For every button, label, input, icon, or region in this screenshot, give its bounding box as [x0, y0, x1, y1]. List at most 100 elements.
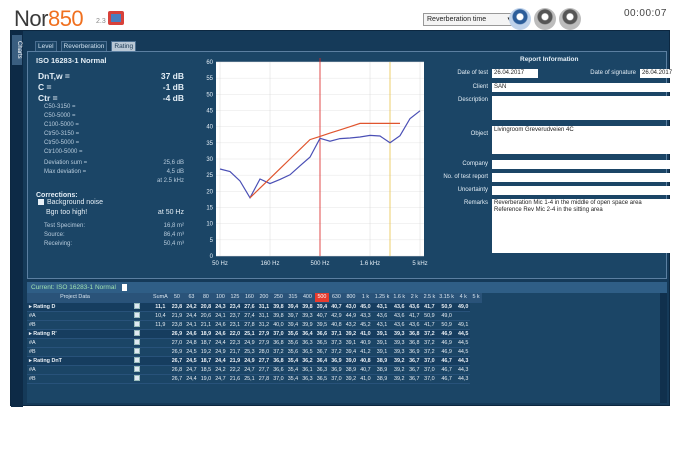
y-tick-label: 15	[206, 206, 213, 212]
checkbox-icon[interactable]	[134, 366, 140, 373]
table-row[interactable]: #B 26,7 24,4 19,0 24,7 21,6 25,1 27,8 37,0 35,4 36…	[27, 374, 482, 384]
table-cell: 39,8	[300, 302, 315, 312]
column-header[interactable]: 1 k	[358, 293, 373, 303]
table-row[interactable]: #A 27,0 24,8 18,7 24,4 22,3 24,9 27,9 36,8 35,6 36…	[27, 338, 482, 348]
table-cell: 49,1	[455, 320, 471, 330]
checkbox-icon[interactable]	[134, 321, 140, 328]
table-cell: 40,8	[358, 356, 373, 366]
table-row[interactable]: ▸ Rating DnT 26,7 24,5 18,7 24,4 21,9 24,9 27,7…	[27, 356, 482, 366]
table-cell: 37,2	[271, 347, 286, 357]
checkbox-icon[interactable]	[134, 375, 140, 382]
table-row[interactable]: #B 26,9 24,5 19,2 24,9 21,7 25,3 28,0 37,2 35,6 36…	[27, 347, 482, 357]
table-cell: 24,2	[213, 365, 228, 375]
row-checkbox-cell	[123, 311, 151, 321]
table-cell: 24,6	[213, 320, 228, 330]
checkbox-icon[interactable]	[134, 312, 140, 319]
instrument-icon[interactable]	[108, 11, 124, 25]
test-report-number-field[interactable]	[492, 173, 680, 182]
column-header[interactable]: 1.25 k	[372, 293, 392, 303]
table-row[interactable]: #A 26,8 24,7 18,5 24,2 22,2 24,7 27,7 36,6 35,4 36…	[27, 365, 482, 375]
table-cell: 38,9	[372, 374, 392, 384]
table-cell: 45,0	[358, 302, 373, 312]
rating-result-value: -1 dB	[162, 82, 184, 92]
table-cell: 39,4	[285, 320, 301, 330]
checkbox-icon[interactable]	[38, 199, 44, 206]
table-cell: 46,9	[437, 347, 456, 357]
deviation-item: Max deviation = 4,5 dB	[42, 169, 184, 177]
table-cell: 41,0	[358, 329, 373, 339]
checkbox-icon[interactable]	[134, 357, 140, 364]
y-tick-label: 40	[206, 125, 213, 131]
table-cell: 43,1	[372, 320, 392, 330]
record-button[interactable]	[509, 8, 531, 30]
client-field[interactable]: SAN	[492, 83, 680, 92]
spectrum-term-label: Ctr50-5000 =	[44, 140, 80, 146]
table-cell: 23,4	[227, 302, 243, 312]
table-cell: 37,0	[329, 374, 344, 384]
column-header[interactable]: 630	[329, 293, 344, 303]
column-header[interactable]: 4 k	[455, 293, 471, 303]
column-header[interactable]: 100	[213, 293, 228, 303]
measurement-mode-select[interactable]: Reverberation time▾	[423, 13, 515, 26]
column-header[interactable]: 5 k	[470, 293, 482, 303]
description-field[interactable]	[492, 96, 680, 120]
checkbox-icon[interactable]	[134, 348, 140, 355]
table-cell: 25,3	[242, 347, 257, 357]
remarks-field[interactable]: Reverberation Mic 1-4 in the middle of o…	[492, 199, 680, 253]
column-header[interactable]: Project Data	[27, 293, 123, 303]
column-header[interactable]: 315	[285, 293, 301, 303]
column-header[interactable]: 160	[242, 293, 257, 303]
column-header[interactable]: 63	[184, 293, 199, 303]
pause-button[interactable]	[534, 8, 556, 30]
table-cell: 36,3	[314, 365, 330, 375]
side-tab-charts[interactable]: Charts	[12, 35, 22, 65]
row-label: #A	[27, 365, 123, 375]
column-header[interactable]: 2.5 k	[421, 293, 438, 303]
side-tab-strip: Charts	[11, 31, 23, 407]
vertical-scrollbar[interactable]	[660, 293, 667, 403]
column-header[interactable]	[123, 293, 151, 303]
column-header[interactable]: 200	[256, 293, 272, 303]
checkbox-icon[interactable]	[134, 303, 140, 310]
table-cell: 24,4	[184, 311, 199, 321]
table-cell: 27,9	[256, 338, 272, 348]
table-cell: 26,8	[169, 365, 185, 375]
date-of-test-field[interactable]: 26.04.2017	[492, 69, 538, 78]
column-header[interactable]: 1.6 k	[391, 293, 408, 303]
column-header[interactable]: 400	[300, 293, 315, 303]
table-cell: 46,9	[437, 338, 456, 348]
column-header[interactable]: 125	[227, 293, 243, 303]
checkbox-icon[interactable]	[134, 330, 140, 337]
column-header[interactable]: 3.15 k	[437, 293, 456, 303]
date-of-signature-field[interactable]: 26.04.2017	[640, 69, 680, 78]
table-cell: 46,7	[437, 365, 456, 375]
column-header[interactable]: 250	[271, 293, 286, 303]
spectrum-term-label: C50-5000 =	[44, 113, 76, 119]
column-header[interactable]: 800	[343, 293, 359, 303]
table-row[interactable]: ▸ Rating R' 26,9 24,6 18,9 24,6 22,0 25,1 27,9 3…	[27, 329, 482, 339]
title-bar: Nor850 2.3 Reverberation time▾ 00:00:07	[14, 4, 670, 31]
table-row[interactable]: #A 10,4 21,9 24,4 20,6 24,1 23,7 27,4 31,1 39,8 39…	[27, 311, 482, 321]
table-cell: 22,0	[227, 329, 243, 339]
area-item: Source: 86,4 m³	[42, 232, 184, 240]
row-checkbox-cell	[123, 356, 151, 366]
column-header[interactable]: 2 k	[407, 293, 422, 303]
table-cell: 39,9	[300, 320, 315, 330]
column-header[interactable]: SumA	[151, 293, 170, 303]
table-cell: 36,8	[271, 338, 286, 348]
uncertainty-field[interactable]	[492, 186, 680, 195]
table-row[interactable]: ▸ Rating D 11,1 23,8 24,2 20,8 24,3 23,4 27,6 31…	[27, 302, 482, 312]
column-header[interactable]: 80	[198, 293, 214, 303]
column-header[interactable]: 500	[314, 293, 330, 303]
checkbox-icon[interactable]	[134, 339, 140, 346]
column-header[interactable]: 50	[169, 293, 185, 303]
table-row[interactable]: #B 11,9 23,8 24,1 21,1 24,6 23,1 27,8 31,2 40,0 39…	[27, 320, 482, 330]
object-field[interactable]: Livingroom Greverudveien 4C	[492, 126, 680, 154]
page-icon[interactable]	[121, 283, 127, 291]
date-of-test-label: Date of test	[457, 70, 488, 76]
table-cell: 27,0	[169, 338, 185, 348]
company-field[interactable]	[492, 160, 680, 169]
stop-button[interactable]	[559, 8, 581, 30]
background-noise-toggle[interactable]: Background noise	[36, 199, 184, 208]
table-cell: 50,9	[437, 302, 456, 312]
